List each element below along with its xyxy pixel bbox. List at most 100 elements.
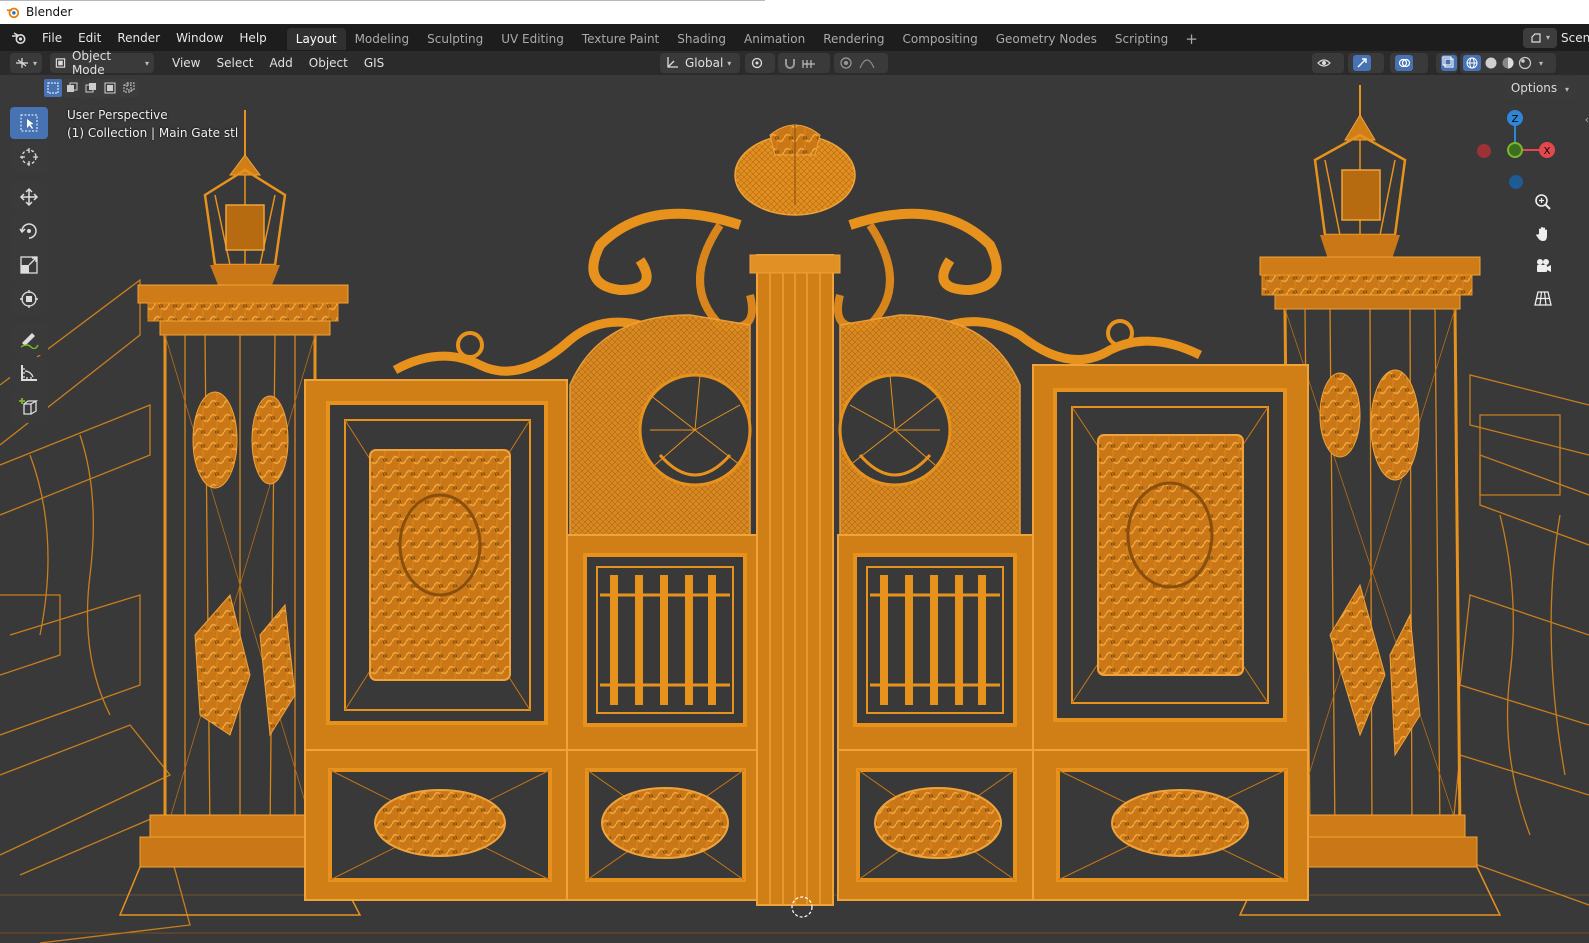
object-mode-icon	[55, 58, 66, 68]
add-cube-tool[interactable]	[10, 391, 48, 423]
pan-button[interactable]	[1530, 222, 1556, 246]
gizmo-toggle[interactable]	[1348, 53, 1384, 73]
annotate-tool[interactable]	[10, 323, 48, 355]
wireframe-shading-button[interactable]	[1463, 55, 1481, 71]
scene-browse-button[interactable]: ▾	[1523, 27, 1557, 48]
material-shading-icon[interactable]	[1501, 56, 1515, 70]
transform-orientation-dropdown[interactable]: Global ▾	[660, 53, 740, 73]
gizmo-z-label: Z	[1512, 114, 1519, 125]
xray-toggle[interactable]	[1436, 53, 1458, 73]
options-dropdown[interactable]: Options ▾	[1502, 77, 1577, 99]
tab-sculpting[interactable]: Sculpting	[418, 28, 492, 50]
selection-mode-bar	[44, 79, 138, 97]
blender-logo-icon	[6, 7, 20, 19]
tab-modeling[interactable]: Modeling	[346, 28, 419, 50]
zoom-button[interactable]	[1530, 190, 1556, 214]
select-new-button[interactable]	[44, 79, 62, 97]
tab-scripting[interactable]: Scripting	[1106, 28, 1177, 50]
3d-viewport[interactable]: Options ▾ User Perspective (1) Collectio…	[0, 75, 1589, 943]
blender-menu-icon[interactable]	[8, 29, 30, 47]
pivot-icon	[751, 57, 763, 69]
snap-increment-icon	[802, 60, 815, 68]
gizmo-neg-z-axis[interactable]	[1509, 175, 1523, 189]
tab-shading[interactable]: Shading	[668, 28, 735, 50]
tab-texture-paint[interactable]: Texture Paint	[573, 28, 668, 50]
solid-shading-icon[interactable]	[1484, 56, 1498, 70]
left-inner-gate-panel	[566, 534, 763, 901]
select-invert-button[interactable]	[101, 79, 119, 97]
camera-view-button[interactable]	[1530, 254, 1556, 278]
tool-shelf	[8, 107, 50, 425]
top-menu-bar: File Edit Render Window Help Layout Mode…	[0, 24, 1589, 51]
window-title-bar: Blender	[0, 0, 1589, 24]
camera-icon	[1537, 259, 1551, 272]
menu-help[interactable]: Help	[231, 27, 274, 49]
select-intersect-icon	[123, 82, 135, 93]
menu-render[interactable]: Render	[109, 27, 168, 49]
tab-animation[interactable]: Animation	[735, 28, 814, 50]
menu-gis[interactable]: GIS	[356, 56, 392, 70]
perspective-toggle-button[interactable]	[1530, 286, 1556, 310]
gizmo-neg-x-axis[interactable]	[1477, 144, 1491, 158]
chevron-down-icon: ▾	[32, 58, 37, 68]
select-intersect-button[interactable]	[120, 79, 138, 97]
viewport-navigation-buttons	[1530, 190, 1556, 310]
select-invert-icon	[104, 82, 116, 94]
menu-view[interactable]: View	[164, 56, 208, 70]
right-outer-gate-panel	[1032, 364, 1309, 901]
annotate-icon	[20, 333, 39, 349]
chevron-down-icon[interactable]: ▾	[1539, 59, 1543, 68]
cursor-tool[interactable]	[10, 141, 48, 173]
tab-uv-editing[interactable]: UV Editing	[492, 28, 573, 50]
workspace-tabs: Layout Modeling Sculpting UV Editing Tex…	[286, 26, 1206, 50]
visibility-dropdown[interactable]	[1312, 53, 1344, 73]
measure-icon	[21, 365, 37, 381]
eye-icon	[1317, 59, 1331, 67]
viewport-collection-label: (1) Collection | Main Gate stl	[67, 126, 239, 140]
title-divider	[0, 0, 765, 1]
menu-edit[interactable]: Edit	[70, 27, 109, 49]
chevron-down-icon: ▾	[144, 58, 149, 68]
snap-dropdown[interactable]	[778, 53, 830, 73]
pan-hand-icon	[1536, 227, 1547, 241]
tab-layout[interactable]: Layout	[286, 27, 346, 50]
proportional-edit-dropdown[interactable]	[834, 53, 888, 73]
sidebar-collapse-arrow[interactable]: ‹	[1585, 113, 1589, 126]
tab-geometry-nodes[interactable]: Geometry Nodes	[987, 28, 1106, 50]
menu-object[interactable]: Object	[301, 56, 356, 70]
select-extend-button[interactable]	[63, 79, 81, 97]
overlays-icon	[1395, 55, 1413, 71]
select-subtract-icon	[85, 83, 96, 93]
scene-selector: ▾ Scene	[1523, 24, 1589, 51]
window-title: Blender	[26, 5, 73, 19]
tab-rendering[interactable]: Rendering	[814, 28, 893, 50]
menu-add[interactable]: Add	[262, 56, 301, 70]
select-box-icon	[20, 114, 38, 132]
add-workspace-button[interactable]: +	[1177, 28, 1206, 50]
move-tool[interactable]	[10, 181, 48, 213]
rendered-shading-icon[interactable]	[1518, 56, 1532, 70]
scene-name[interactable]: Scene	[1561, 31, 1589, 45]
transform-tool[interactable]	[10, 283, 48, 315]
pivot-point-dropdown[interactable]	[745, 53, 775, 73]
menu-window[interactable]: Window	[168, 27, 231, 49]
gizmo-x-label: X	[1544, 146, 1551, 157]
rotate-tool[interactable]	[10, 215, 48, 247]
mode-dropdown[interactable]: Object Mode ▾	[50, 49, 154, 77]
options-label: Options	[1510, 81, 1558, 95]
add-cube-icon	[19, 398, 39, 415]
center-post	[749, 254, 841, 918]
measure-tool[interactable]	[10, 357, 48, 389]
select-extend-icon	[67, 82, 78, 92]
menu-file[interactable]: File	[34, 27, 70, 49]
overlays-toggle[interactable]	[1390, 53, 1428, 73]
scale-tool[interactable]	[10, 249, 48, 281]
gizmo-icon	[1353, 55, 1371, 71]
select-subtract-button[interactable]	[82, 79, 100, 97]
navigation-gizmo[interactable]: Z X	[1470, 105, 1570, 195]
select-box-tool[interactable]	[10, 107, 48, 139]
editor-type-button[interactable]: ▾	[10, 53, 42, 73]
tab-compositing[interactable]: Compositing	[893, 28, 986, 50]
menu-select[interactable]: Select	[208, 56, 261, 70]
gizmo-y-axis[interactable]	[1507, 142, 1523, 158]
